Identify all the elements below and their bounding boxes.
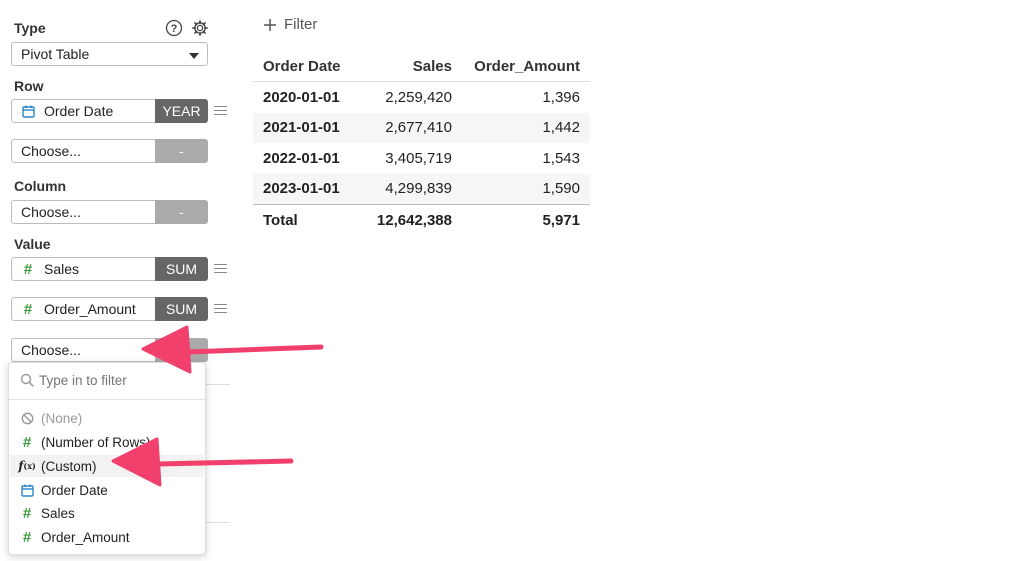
annotation-arrow xyxy=(111,437,294,487)
annotation-arrows xyxy=(111,325,324,487)
annotation-arrow xyxy=(141,325,324,374)
